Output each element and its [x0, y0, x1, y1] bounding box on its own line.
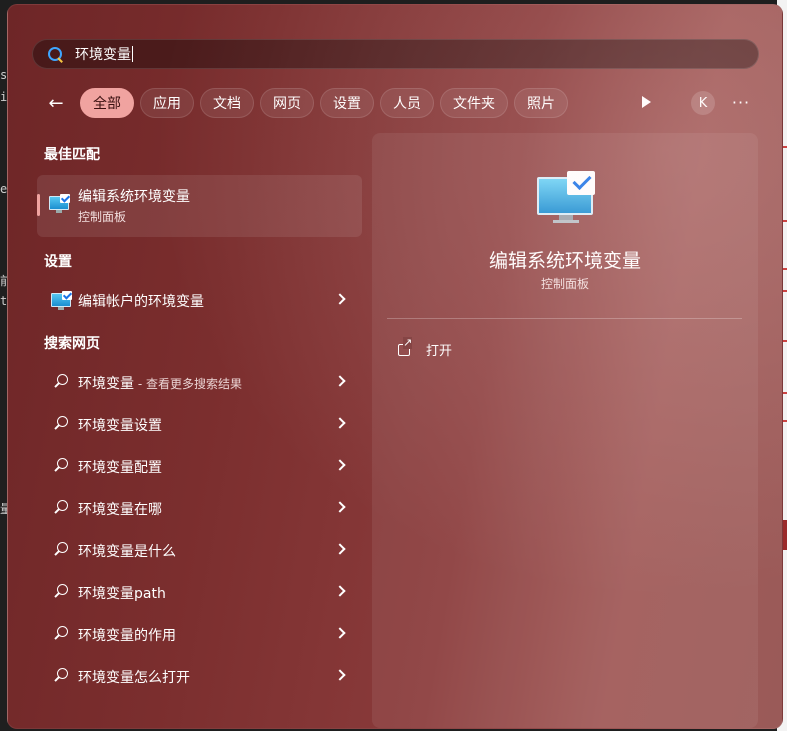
chip-all[interactable]: 全部 [80, 88, 134, 118]
web-result-label: 环境变量是什么 [78, 544, 176, 560]
web-search-heading: 搜索网页 [44, 336, 100, 352]
preview-pane: 编辑系统环境变量 控制面板 打开 [372, 133, 758, 728]
divider [387, 318, 742, 319]
web-result-label: 环境变量设置 [78, 418, 162, 434]
search-icon [53, 374, 69, 390]
web-result[interactable]: 环境变量的作用 [37, 616, 362, 652]
chip-apps[interactable]: 应用 [140, 88, 194, 118]
open-external-icon [398, 337, 413, 356]
selection-indicator [37, 194, 40, 216]
web-result[interactable]: 环境变量path [37, 574, 362, 610]
chevron-right-icon[interactable] [334, 627, 346, 639]
chevron-right-icon[interactable] [334, 543, 346, 555]
search-icon [53, 500, 69, 516]
best-match-heading: 最佳匹配 [44, 147, 100, 163]
chip-folders[interactable]: 文件夹 [440, 88, 508, 118]
settings-heading: 设置 [44, 254, 72, 270]
search-icon [47, 46, 63, 62]
best-match-name: 编辑系统环境变量 [78, 189, 190, 205]
chevron-right-icon[interactable] [334, 375, 346, 387]
search-input[interactable]: 环境变量 [75, 44, 131, 64]
control-panel-icon [537, 171, 597, 223]
web-result-label: 环境变量怎么打开 [78, 670, 190, 686]
web-result-label: 环境变量在哪 [78, 502, 162, 518]
preview-subtitle: 控制面板 [540, 277, 589, 291]
avatar[interactable]: K [691, 91, 715, 115]
chevron-right-icon[interactable] [334, 293, 346, 305]
control-panel-icon [49, 194, 71, 214]
open-label: 打开 [426, 343, 453, 359]
web-result[interactable]: 环境变量配置 [37, 448, 362, 484]
web-result[interactable]: 环境变量怎么打开 [37, 658, 362, 694]
web-result[interactable]: 环境变量是什么 [37, 532, 362, 568]
open-action[interactable]: 打开 [398, 337, 453, 359]
chevron-right-icon[interactable] [334, 417, 346, 429]
chevron-right-icon[interactable] [334, 459, 346, 471]
chip-people[interactable]: 人员 [380, 88, 434, 118]
control-panel-icon [51, 291, 73, 311]
web-result-more[interactable]: 环境变量 - 查看更多搜索结果 [37, 364, 362, 400]
web-result[interactable]: 环境变量在哪 [37, 490, 362, 526]
settings-item[interactable]: 编辑帐户的环境变量 [37, 282, 362, 318]
settings-item-label: 编辑帐户的环境变量 [78, 294, 204, 310]
chip-settings[interactable]: 设置 [320, 88, 374, 118]
chevron-right-icon[interactable] [334, 669, 346, 681]
web-result-label: 环境变量的作用 [78, 628, 176, 644]
best-match-subtitle: 控制面板 [78, 210, 127, 224]
chevron-right-icon[interactable] [334, 501, 346, 513]
text-caret [132, 46, 133, 62]
search-box[interactable]: 环境变量 [32, 39, 759, 69]
web-result-label: 环境变量配置 [78, 460, 162, 476]
play-icon[interactable] [640, 94, 654, 110]
search-icon [53, 584, 69, 600]
search-icon [53, 668, 69, 684]
search-icon [53, 542, 69, 558]
chip-photos[interactable]: 照片 [514, 88, 568, 118]
back-arrow-icon[interactable]: ← [42, 89, 70, 117]
web-result-label: 环境变量 - 查看更多搜索结果 [78, 376, 242, 392]
start-search-panel: 环境变量 ← 全部 应用 文档 网页 设置 人员 文件夹 照片 K ··· 最佳… [7, 4, 783, 729]
preview-title: 编辑系统环境变量 [488, 250, 641, 272]
chevron-right-icon[interactable] [334, 585, 346, 597]
search-icon [53, 626, 69, 642]
chip-documents[interactable]: 文档 [200, 88, 254, 118]
search-icon [53, 416, 69, 432]
web-result[interactable]: 环境变量设置 [37, 406, 362, 442]
web-result-label: 环境变量path [78, 586, 166, 602]
search-icon [53, 458, 69, 474]
more-options-icon[interactable]: ··· [730, 91, 752, 113]
best-match-item[interactable]: 编辑系统环境变量 控制面板 [37, 175, 362, 237]
chip-web[interactable]: 网页 [260, 88, 314, 118]
filter-bar: ← 全部 应用 文档 网页 设置 人员 文件夹 照片 [42, 87, 574, 119]
